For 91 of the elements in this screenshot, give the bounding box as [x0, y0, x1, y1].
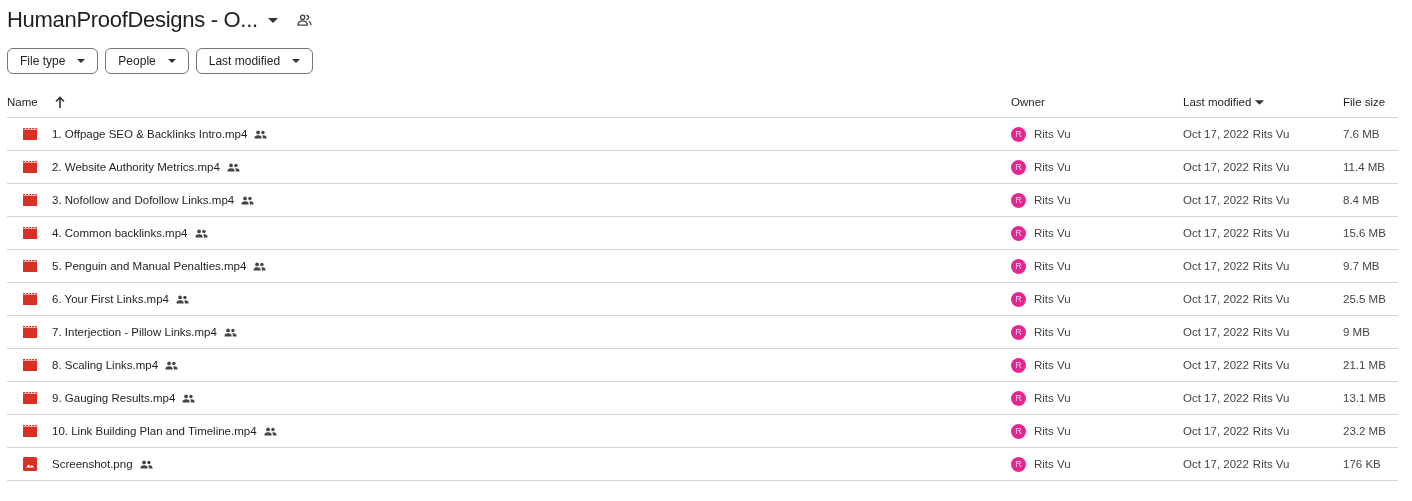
- modified-date: Oct 17, 2022: [1183, 359, 1249, 371]
- filter-chip[interactable]: File type: [7, 48, 99, 74]
- caret-icon: [267, 17, 278, 23]
- owner-name: Rits Vu: [1034, 128, 1071, 140]
- modified-date: Oct 17, 2022: [1183, 458, 1249, 470]
- owner-avatar: R: [1011, 159, 1026, 175]
- people-icon: [253, 261, 267, 271]
- owner-avatar: R: [1011, 390, 1026, 406]
- people-icon: [194, 228, 208, 238]
- people-icon: [263, 426, 277, 436]
- modified-by: Rits Vu: [1252, 425, 1290, 437]
- people-icon: [241, 195, 255, 205]
- owner-avatar: R: [1011, 324, 1026, 340]
- file-size: 9 MB: [1343, 326, 1370, 338]
- column-header[interactable]: Owner: [1011, 96, 1045, 108]
- file-name[interactable]: 3. Nofollow and Dofollow Links.mp4: [52, 194, 235, 206]
- column-header[interactable]: File size: [1343, 96, 1386, 108]
- modified-by: Rits Vu: [1252, 359, 1290, 371]
- filter-chip[interactable]: People: [105, 48, 189, 74]
- owner-name: Rits Vu: [1034, 458, 1071, 470]
- modified-date: Oct 17, 2022: [1183, 425, 1249, 437]
- file-size: 21.1 MB: [1343, 359, 1386, 371]
- filter-chip[interactable]: Last modified: [195, 48, 314, 74]
- owner-avatar: R: [1011, 192, 1026, 208]
- people-icon: [182, 393, 196, 403]
- people-icon: [226, 162, 240, 172]
- owner-name: Rits Vu: [1034, 194, 1071, 206]
- column-header[interactable]: Name: [7, 96, 38, 108]
- caret-icon: [77, 59, 86, 63]
- modified-by: Rits Vu: [1252, 161, 1290, 173]
- modified-date: Oct 17, 2022: [1183, 392, 1249, 404]
- owner-avatar: R: [1011, 456, 1026, 472]
- file-name[interactable]: 7. Interjection - Pillow Links.mp4: [52, 326, 217, 338]
- file-name[interactable]: 5. Penguin and Manual Penalties.mp4: [52, 260, 247, 272]
- file-name[interactable]: 4. Common backlinks.mp4: [52, 227, 188, 239]
- modified-by: Rits Vu: [1252, 194, 1290, 206]
- modified-date: Oct 17, 2022: [1183, 161, 1249, 173]
- file-name[interactable]: Screenshot.png: [52, 458, 133, 470]
- file-size: 9.7 MB: [1343, 260, 1380, 272]
- caret-icon: [292, 59, 301, 63]
- owner-name: Rits Vu: [1034, 260, 1071, 272]
- modified-by: Rits Vu: [1252, 227, 1290, 239]
- file-size: 11.4 MB: [1343, 161, 1385, 173]
- people-icon: [254, 129, 268, 139]
- people-icon: [139, 459, 153, 469]
- file-size: 7.6 MB: [1343, 128, 1380, 140]
- modified-date: Oct 17, 2022: [1183, 293, 1249, 305]
- modified-date: Oct 17, 2022: [1183, 260, 1249, 272]
- owner-avatar: R: [1011, 291, 1026, 307]
- modified-by: Rits Vu: [1252, 128, 1290, 140]
- owner-avatar: R: [1011, 423, 1026, 439]
- modified-date: Oct 17, 2022: [1183, 194, 1249, 206]
- owner-avatar: R: [1011, 357, 1026, 373]
- owner-name: Rits Vu: [1034, 425, 1071, 437]
- owner-name: Rits Vu: [1034, 227, 1071, 239]
- file-size: 8.4 MB: [1343, 194, 1380, 206]
- owner-name: Rits Vu: [1034, 359, 1071, 371]
- modified-by: Rits Vu: [1252, 260, 1290, 272]
- modified-date: Oct 17, 2022: [1183, 326, 1249, 338]
- file-name[interactable]: 1. Offpage SEO & Backlinks Intro.mp4: [52, 128, 248, 140]
- caret-icon: [167, 59, 176, 63]
- owner-name: Rits Vu: [1034, 326, 1071, 338]
- column-header[interactable]: Last modified: [1183, 96, 1265, 108]
- owner-avatar: R: [1011, 225, 1026, 241]
- file-size: 23.2 MB: [1343, 425, 1386, 437]
- owner-avatar: R: [1011, 258, 1026, 274]
- modified-date: Oct 17, 2022: [1183, 227, 1249, 239]
- owner-name: Rits Vu: [1034, 293, 1071, 305]
- file-name[interactable]: 6. Your First Links.mp4: [52, 293, 169, 305]
- modified-by: Rits Vu: [1252, 293, 1290, 305]
- people-icon: [165, 360, 179, 370]
- folder-title[interactable]: HumanProofDesigns - O...: [7, 7, 278, 33]
- file-size: 13.1 MB: [1343, 392, 1386, 404]
- owner-avatar: R: [1011, 126, 1026, 142]
- file-size: 15.6 MB: [1343, 227, 1386, 239]
- people-icon: [176, 294, 189, 304]
- sort-up-icon[interactable]: [54, 96, 65, 108]
- shared-folder-icon[interactable]: [296, 14, 312, 26]
- modified-by: Rits Vu: [1252, 392, 1290, 404]
- owner-name: Rits Vu: [1034, 161, 1071, 173]
- people-icon: [223, 327, 237, 337]
- modified-by: Rits Vu: [1252, 458, 1290, 470]
- modified-by: Rits Vu: [1252, 326, 1290, 338]
- file-name[interactable]: 10. Link Building Plan and Timeline.mp4: [52, 425, 257, 437]
- file-name[interactable]: 8. Scaling Links.mp4: [52, 359, 159, 371]
- file-name[interactable]: 9. Gauging Results.mp4: [52, 392, 176, 404]
- modified-date: Oct 17, 2022: [1183, 128, 1249, 140]
- owner-name: Rits Vu: [1034, 392, 1071, 404]
- file-size: 176 KB: [1343, 458, 1381, 470]
- file-size: 25.5 MB: [1343, 293, 1386, 305]
- file-name[interactable]: 2. Website Authority Metrics.mp4: [52, 161, 220, 173]
